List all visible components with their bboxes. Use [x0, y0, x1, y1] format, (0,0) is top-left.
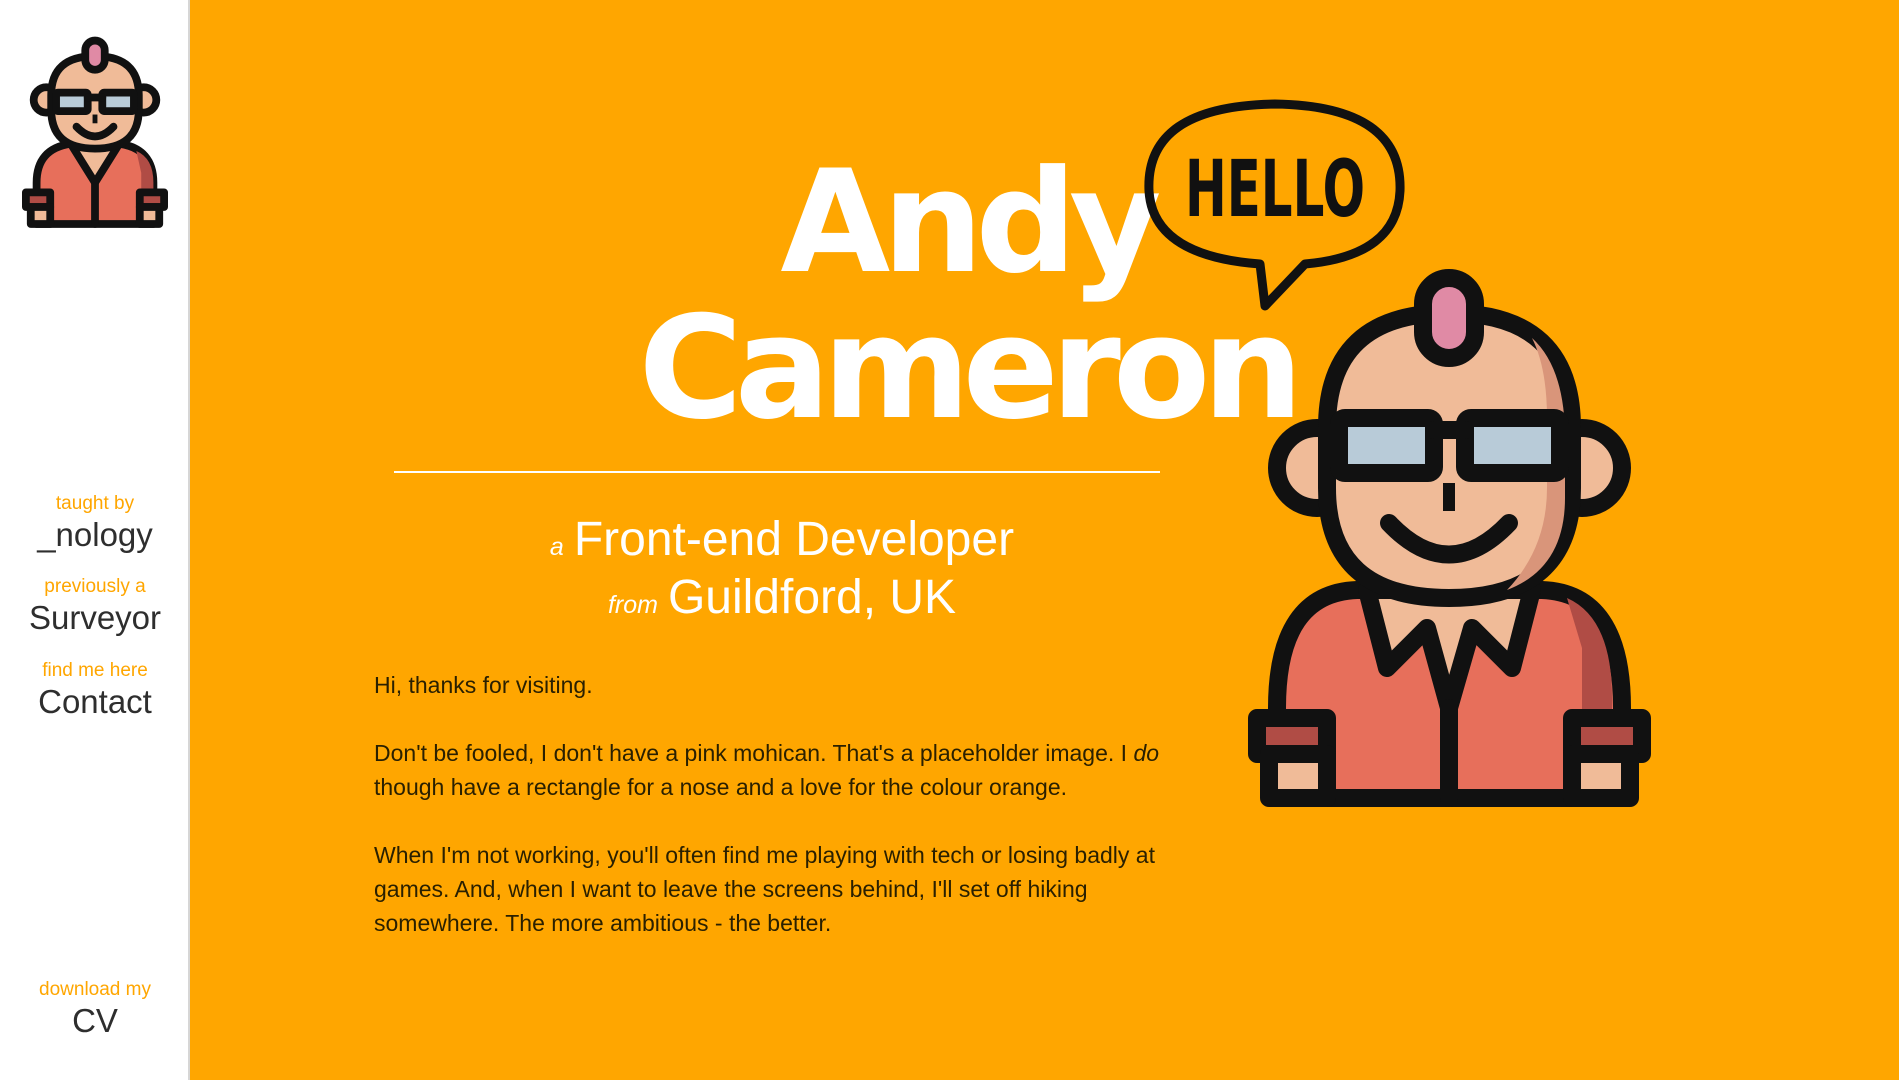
- role-block: a Front-end Developer from Guildford, UK: [442, 512, 1122, 628]
- intro-text: Hi, thanks for visiting. Don't be fooled…: [374, 668, 1174, 974]
- intro-paragraph-1: Hi, thanks for visiting.: [374, 672, 593, 698]
- nav-label: Contact: [38, 683, 152, 720]
- intro-paragraph-3: When I'm not working, you'll often find …: [374, 842, 1155, 936]
- hello-text: HELLO: [1185, 145, 1365, 235]
- main-content: Andy Cameron a Front-end Developer from Gu…: [192, 0, 1899, 1080]
- nav-caption: previously a: [44, 576, 146, 597]
- nav-link-cv-download[interactable]: download my CV: [0, 978, 190, 1040]
- title-divider: [394, 471, 1160, 473]
- nav-link-contact[interactable]: find me here Contact: [0, 659, 190, 721]
- nav-caption: find me here: [42, 660, 148, 681]
- nav-caption: download my: [39, 979, 151, 1000]
- location-line: from Guildford, UK: [442, 570, 1122, 628]
- nav-caption: taught by: [55, 493, 135, 514]
- location-value: Guildford, UK: [667, 571, 957, 624]
- role-line: a Front-end Developer: [442, 512, 1122, 570]
- nav-label: _nology: [37, 516, 153, 553]
- role-title: Front-end Developer: [573, 513, 1015, 566]
- sidebar: taught by _nology previously a Surveyor …: [0, 0, 190, 1080]
- hero-avatar-illustration: [1248, 269, 1651, 807]
- nav-link-surveyor[interactable]: previously a Surveyor: [0, 575, 190, 637]
- nav-link-nology[interactable]: taught by _nology: [0, 492, 190, 554]
- location-prefix: from: [607, 591, 658, 619]
- intro-p2-text-a: Don't be fooled, I don't have a pink moh…: [374, 740, 1134, 766]
- nav-label: Surveyor: [28, 599, 162, 636]
- developer-avatar-icon[interactable]: [22, 36, 168, 232]
- intro-p2-text-b: though have a rectangle for a nose and a…: [374, 774, 1068, 800]
- intro-p2-emphasis: do: [1133, 740, 1160, 766]
- nav-label: CV: [72, 1002, 118, 1039]
- role-prefix: a: [549, 533, 564, 561]
- intro-paragraph-2: Don't be fooled, I don't have a pink moh…: [374, 736, 1174, 804]
